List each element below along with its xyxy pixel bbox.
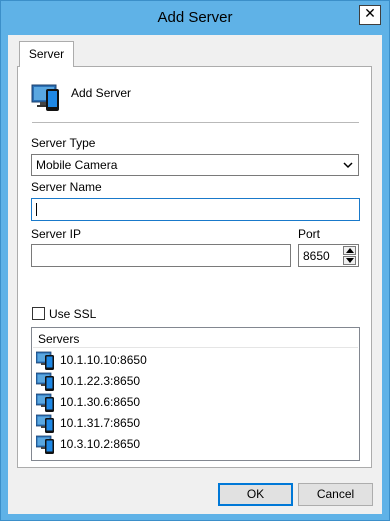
servers-list[interactable]: Servers 10.1.10.10:8650 10.1.22.3:8650 10.… <box>31 327 360 461</box>
monitor-phone-icon <box>36 372 54 391</box>
server-ip-label: Server IP <box>31 227 82 241</box>
port-value: 8650 <box>303 249 330 263</box>
text-caret <box>36 203 37 216</box>
monitor-phone-icon <box>36 351 54 370</box>
arrow-up-icon <box>346 248 354 253</box>
use-ssl-label[interactable]: Use SSL <box>49 307 96 321</box>
chevron-down-icon <box>343 162 353 169</box>
dialog-body: Server Add Server Server Type Mobile Cam… <box>8 35 382 514</box>
list-item-label: 10.1.30.6:8650 <box>60 395 141 409</box>
server-type-select[interactable]: Mobile Camera <box>31 154 359 176</box>
arrow-down-icon <box>346 258 354 263</box>
monitor-phone-icon <box>36 435 54 454</box>
servers-column-header[interactable]: Servers <box>33 329 358 348</box>
monitor-phone-icon <box>36 393 54 412</box>
ok-button[interactable]: OK <box>218 483 293 506</box>
title-bar[interactable]: Add Server ✕ <box>1 1 389 35</box>
cancel-button[interactable]: Cancel <box>298 483 373 506</box>
tab-server[interactable]: Server <box>19 41 74 67</box>
list-item-label: 10.1.22.3:8650 <box>60 374 141 388</box>
port-stepper[interactable]: 8650 <box>298 244 359 267</box>
server-name-input[interactable] <box>31 198 360 221</box>
window-title: Add Server <box>157 9 233 26</box>
list-item-label: 10.3.10.2:8650 <box>60 437 141 451</box>
port-label: Port <box>298 227 321 241</box>
server-ip-input[interactable] <box>31 244 291 267</box>
server-type-value: Mobile Camera <box>36 158 118 172</box>
use-ssl-checkbox[interactable] <box>32 307 45 320</box>
list-item-label: 10.1.10.10:8650 <box>60 353 147 367</box>
port-decrement-button[interactable] <box>343 256 356 265</box>
servers-header-label: Servers <box>38 332 80 346</box>
server-type-label: Server Type <box>31 136 96 150</box>
server-name-label: Server Name <box>31 180 102 194</box>
monitor-phone-icon <box>31 84 59 111</box>
tab-panel: Add Server Server Type Mobile Camera Ser… <box>17 66 372 468</box>
list-item-label: 10.1.31.7:8650 <box>60 416 141 430</box>
header-title: Add Server <box>71 86 132 100</box>
port-increment-button[interactable] <box>343 246 356 255</box>
separator <box>32 122 359 123</box>
close-button[interactable]: ✕ <box>359 5 381 25</box>
monitor-phone-icon <box>36 414 54 433</box>
dialog-window: Add Server ✕ Server Add Server Server Ty… <box>0 0 390 521</box>
